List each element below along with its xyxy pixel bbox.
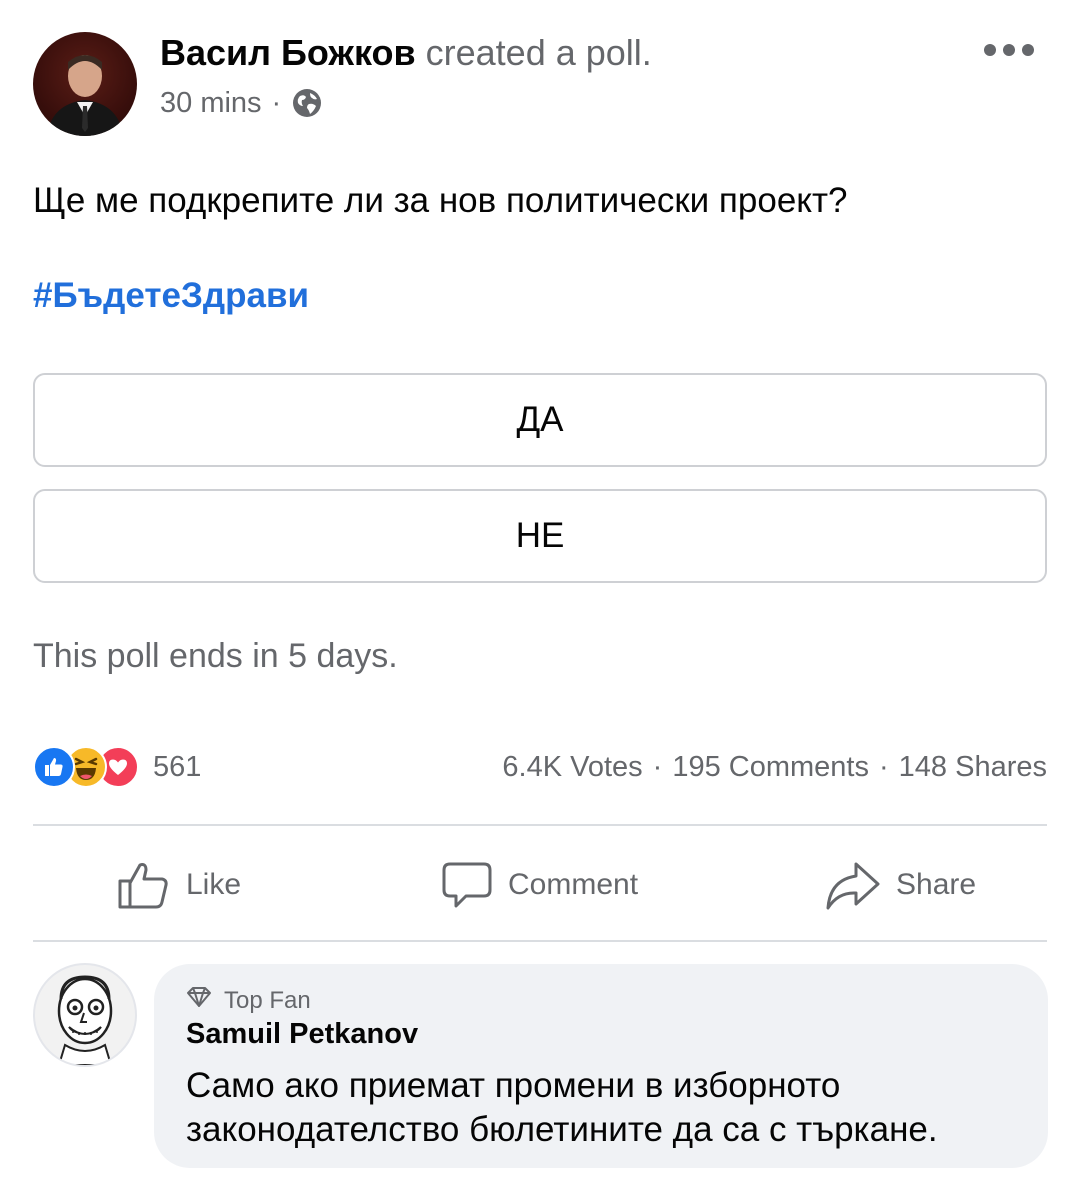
like-reaction-icon [33,746,75,788]
more-options-button[interactable] [984,38,1034,62]
divider [33,824,1047,826]
votes-count[interactable]: 6.4K Votes [502,751,642,783]
top-fan-badge: Top Fan [186,986,311,1015]
share-arrow-icon [824,858,882,912]
poll-ends-text: This poll ends in 5 days. [33,637,398,675]
commenter-avatar[interactable] [33,963,137,1067]
more-horizontal-icon [984,44,996,56]
meta-separator: · [271,87,282,119]
shares-count[interactable]: 148 Shares [899,751,1047,783]
comment-button[interactable]: Comment [440,852,638,918]
like-label: Like [186,868,242,901]
comment-bubble: Top Fan Samuil Petkanov Само ако приемат… [154,964,1048,1168]
comments-count[interactable]: 195 Comments [672,751,869,783]
diamond-icon [186,986,212,1015]
comment-text: Само ако приемат промени в изборното зак… [186,1066,938,1149]
like-button[interactable]: Like [116,852,241,918]
facebook-post: Васил Божков created a poll. 30 mins · Щ… [0,0,1080,1181]
reaction-count: 561 [153,751,202,783]
post-action-text: created a poll. [425,32,652,73]
divider [33,940,1047,942]
post-meta: 30 mins · [160,86,323,120]
stats-separator: · [879,751,889,783]
poll-option-no[interactable]: НЕ [33,489,1047,583]
post-question: Ще ме подкрепите ли за нов политически п… [33,181,848,220]
share-label: Share [896,868,977,901]
commenter-name[interactable]: Samuil Petkanov [186,1018,418,1051]
comment-label: Comment [508,868,639,901]
engagement-stats: 6.4K Votes · 195 Comments · 148 Shares [502,747,1047,787]
globe-icon [291,87,323,119]
poll-option-yes[interactable]: ДА [33,373,1047,467]
top-fan-label: Top Fan [224,986,311,1014]
stats-separator: · [652,751,663,783]
author-name[interactable]: Васил Божков [160,32,416,73]
share-button[interactable]: Share [824,852,976,918]
comment-bubble-icon [440,858,494,912]
author-avatar[interactable] [33,32,137,136]
thumbs-up-icon [116,857,172,913]
hashtag-link[interactable]: #БъдетеЗдрави [33,275,309,317]
author-line: Васил Божков created a poll. [160,33,652,73]
post-time[interactable]: 30 mins [160,86,262,120]
reactions-summary[interactable]: 561 [33,745,201,789]
